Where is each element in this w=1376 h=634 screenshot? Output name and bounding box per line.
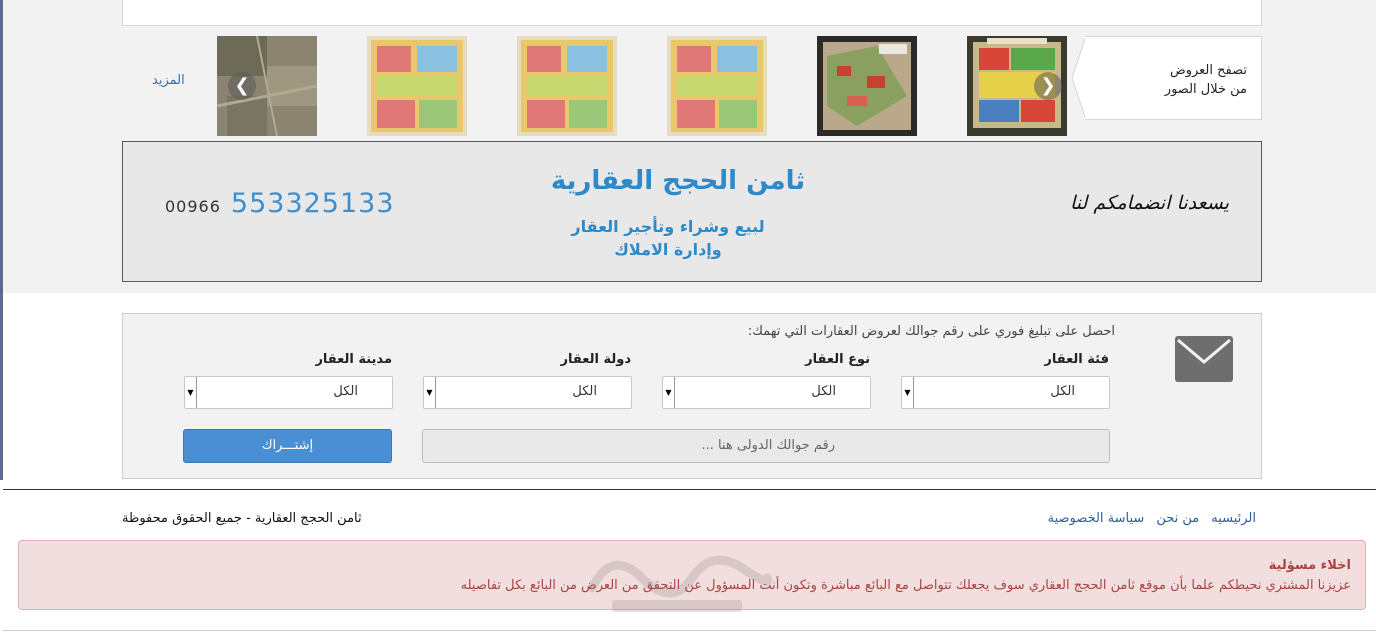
gallery-callout: تصفح العروض من خلال الصور bbox=[1085, 36, 1262, 120]
subscribe-intro: احصل على تبليغ فوري على رقم جوالك لعروض … bbox=[747, 324, 1115, 339]
phone-input-placeholder: رقم جوالك الدولى هنا ... bbox=[701, 438, 835, 453]
footer-link-home[interactable]: الرئيسيه bbox=[1211, 511, 1256, 526]
category-label: فئة العقار bbox=[1044, 352, 1109, 367]
banner-phone: 00966 553325133 bbox=[165, 188, 395, 219]
country-select[interactable]: الكل ▼ bbox=[423, 376, 632, 409]
gallery-thumb-3[interactable] bbox=[667, 36, 767, 136]
chevron-right-icon[interactable]: ❯ bbox=[1034, 72, 1062, 100]
top-content-box bbox=[122, 0, 1262, 26]
banner-title: ثامن الحجج العقارية bbox=[550, 166, 806, 196]
disclaimer-box: اخلاء مسؤلية عزيزنا المشتري نحيطكم علما … bbox=[18, 540, 1366, 610]
gallery-thumb-5[interactable] bbox=[367, 36, 467, 136]
left-edge-strip bbox=[0, 0, 3, 480]
category-select[interactable]: الكل ▼ bbox=[901, 376, 1110, 409]
banner-welcome: يسعدنا انضمامكم لنا bbox=[1070, 192, 1229, 214]
gallery-thumb-4[interactable] bbox=[517, 36, 617, 136]
callout-line-2: من خلال الصور bbox=[1164, 82, 1247, 97]
country-select-value: الكل bbox=[572, 384, 597, 399]
chevron-down-icon: ▼ bbox=[902, 377, 914, 408]
envelope-icon bbox=[1175, 336, 1233, 382]
subscribe-button[interactable]: إشتـــراك bbox=[183, 429, 392, 463]
city-label: مدينة العقار bbox=[315, 352, 392, 367]
chevron-left-icon[interactable]: ❮ bbox=[228, 72, 256, 100]
disclaimer-title: اخلاء مسؤلية bbox=[1268, 558, 1351, 573]
copyright-text: ثامن الحجج العقارية - جميع الحقوق محفوظة bbox=[122, 511, 362, 526]
callout-line-1: تصفح العروض bbox=[1169, 63, 1247, 78]
type-select-value: الكل bbox=[811, 384, 836, 399]
country-label: دولة العقار bbox=[560, 352, 631, 367]
footer-nav: الرئيسيه من نحن سياسة الخصوصية bbox=[1048, 511, 1256, 526]
city-select-value: الكل bbox=[333, 384, 358, 399]
disclaimer-body: عزيزنا المشتري نحيطكم علما بأن موقع ثامن… bbox=[460, 578, 1351, 593]
chevron-down-icon: ▼ bbox=[663, 377, 675, 408]
footer-link-privacy[interactable]: سياسة الخصوصية bbox=[1048, 511, 1145, 526]
city-select[interactable]: الكل ▼ bbox=[184, 376, 393, 409]
category-select-value: الكل bbox=[1050, 384, 1075, 399]
gallery-thumb-2[interactable] bbox=[817, 36, 917, 136]
banner-country-code: 00966 bbox=[165, 197, 221, 216]
callout-pointer bbox=[1072, 36, 1086, 120]
bottom-border bbox=[3, 630, 1376, 631]
chevron-down-icon: ▼ bbox=[424, 377, 436, 408]
subscribe-panel: احصل على تبليغ فوري على رقم جوالك لعروض … bbox=[122, 313, 1262, 479]
banner-subtitle-1: لبيع وشراء وتأجير العقار bbox=[571, 217, 765, 236]
footer-link-about[interactable]: من نحن bbox=[1156, 511, 1199, 526]
banner-subtitle-2: وإدارة الاملاك bbox=[614, 240, 722, 259]
type-label: نوع العقار bbox=[805, 352, 870, 367]
type-select[interactable]: الكل ▼ bbox=[662, 376, 871, 409]
chevron-down-icon: ▼ bbox=[185, 377, 197, 408]
banner-phone-number: 553325133 bbox=[230, 188, 395, 219]
promo-banner: 00966 553325133 ثامن الحجج العقارية لبيع… bbox=[122, 141, 1262, 282]
footer-divider bbox=[3, 489, 1376, 490]
phone-input[interactable]: رقم جوالك الدولى هنا ... bbox=[422, 429, 1110, 463]
more-link[interactable]: المزيد bbox=[152, 73, 185, 88]
